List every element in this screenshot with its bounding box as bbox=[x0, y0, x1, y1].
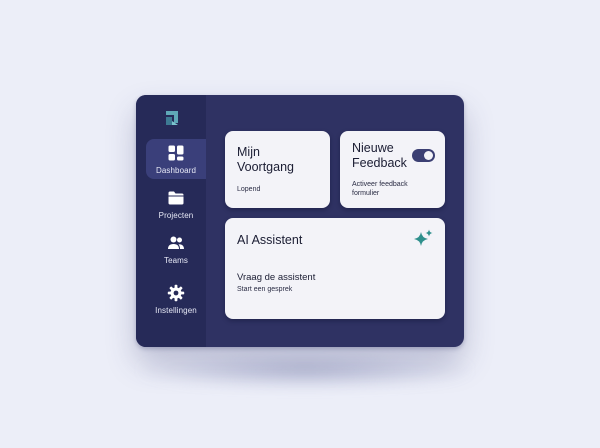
feedback-card[interactable]: Nieuwe Feedback Activeer feedback formul… bbox=[340, 131, 445, 208]
ask-assistant-link[interactable]: Vraag de assistent bbox=[237, 272, 315, 283]
sidebar-item-label: Instellingen bbox=[155, 305, 197, 315]
feedback-card-title: Nieuwe Feedback bbox=[352, 141, 407, 170]
ai-card-title: AI Assistent bbox=[237, 233, 303, 247]
app-logo-icon[interactable] bbox=[163, 109, 181, 127]
sidebar-item-dashboard[interactable]: Dashboard bbox=[146, 139, 206, 179]
folder-icon bbox=[168, 191, 184, 204]
stage: Dashboard Projecten Teams Instellingen M… bbox=[0, 0, 600, 448]
feedback-toggle[interactable] bbox=[412, 149, 435, 162]
sidebar-item-label: Projecten bbox=[158, 210, 194, 220]
toggle-knob bbox=[424, 151, 433, 160]
progress-card-status: Lopend bbox=[237, 186, 261, 193]
device-shadow bbox=[140, 352, 470, 388]
sidebar-item-label: Teams bbox=[163, 255, 189, 265]
ai-assistant-card[interactable]: AI Assistent Vraag de assistent Start ee… bbox=[225, 218, 445, 319]
sidebar-item-label: Dashboard bbox=[155, 165, 197, 175]
feedback-card-description: Activeer feedback formulier bbox=[352, 181, 408, 197]
app-window: Dashboard Projecten Teams Instellingen M… bbox=[136, 95, 464, 347]
sidebar: Dashboard Projecten Teams Instellingen bbox=[136, 95, 206, 347]
gear-icon bbox=[167, 284, 185, 301]
sidebar-item-teams[interactable]: Teams bbox=[146, 229, 206, 269]
sidebar-item-instellingen[interactable]: Instellingen bbox=[146, 279, 206, 319]
progress-card-title: Mijn Voortgang bbox=[237, 145, 294, 174]
sparkle-icon bbox=[414, 229, 433, 246]
people-icon bbox=[168, 236, 184, 249]
sidebar-item-projecten[interactable]: Projecten bbox=[146, 184, 206, 224]
start-conversation-link[interactable]: Start een gesprek bbox=[237, 286, 292, 293]
dashboard-grid-icon bbox=[168, 145, 184, 160]
progress-card[interactable]: Mijn Voortgang Lopend bbox=[225, 131, 330, 208]
